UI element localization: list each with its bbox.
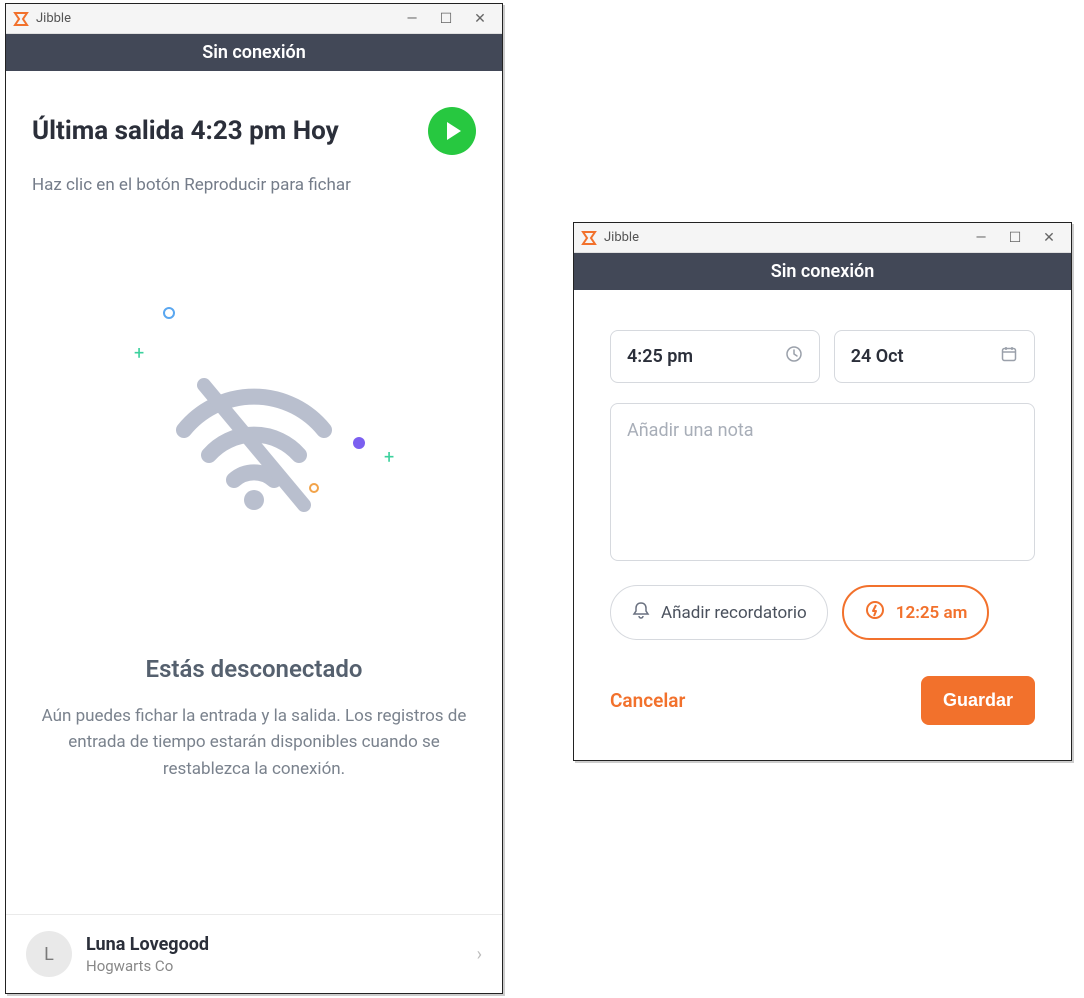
offline-banner: Sin conexión xyxy=(6,34,502,71)
clock-bolt-icon xyxy=(864,599,886,626)
minimize-button[interactable]: — xyxy=(404,11,420,27)
jibble-logo-icon xyxy=(580,229,598,247)
add-reminder-chip[interactable]: Añadir recordatorio xyxy=(610,585,828,640)
window-controls: — ☐ ✕ xyxy=(404,11,496,27)
maximize-button[interactable]: ☐ xyxy=(1007,230,1023,246)
play-icon xyxy=(445,121,463,141)
maximize-button[interactable]: ☐ xyxy=(438,11,454,27)
reminder-time: 12:25 am xyxy=(896,603,968,623)
hint-text: Haz clic en el botón Reproducir para fic… xyxy=(32,175,476,195)
profile-name: Luna Lovegood xyxy=(86,934,463,955)
minimize-button[interactable]: — xyxy=(973,230,989,246)
disconnected-title: Estás desconectado xyxy=(32,655,476,683)
note-textarea[interactable] xyxy=(627,420,1018,544)
circle-deco-icon-2 xyxy=(308,479,320,498)
titlebar: Jibble — ☐ ✕ xyxy=(574,223,1071,253)
last-exit-heading: Última salida 4:23 pm Hoy xyxy=(32,116,339,146)
plus-deco-icon: + xyxy=(134,343,144,364)
calendar-icon xyxy=(1000,345,1018,368)
plus-deco-icon-2: + xyxy=(384,447,394,468)
offline-banner: Sin conexión xyxy=(574,253,1071,290)
time-value: 4:25 pm xyxy=(627,346,693,367)
chevron-right-icon: › xyxy=(477,944,482,965)
disconnected-body: Aún puedes fichar la entrada y la salida… xyxy=(32,703,476,782)
reminder-label: Añadir recordatorio xyxy=(661,603,807,623)
date-value: 24 Oct xyxy=(851,346,904,367)
save-button[interactable]: Guardar xyxy=(921,676,1035,725)
window-main: Jibble — ☐ ✕ Sin conexión Última salida … xyxy=(5,3,503,994)
note-field[interactable] xyxy=(610,403,1035,561)
date-field[interactable]: 24 Oct xyxy=(834,330,1035,383)
play-button[interactable] xyxy=(428,107,476,155)
offline-illustration: + + xyxy=(32,235,476,655)
titlebar: Jibble — ☐ ✕ xyxy=(6,4,502,34)
bell-icon xyxy=(631,600,651,625)
reminder-time-chip[interactable]: 12:25 am xyxy=(842,585,990,640)
avatar: L xyxy=(26,931,72,977)
close-button[interactable]: ✕ xyxy=(1041,230,1057,246)
time-field[interactable]: 4:25 pm xyxy=(610,330,820,383)
profile-org: Hogwarts Co xyxy=(86,957,463,975)
dot-deco-icon xyxy=(352,435,366,454)
clock-icon xyxy=(785,345,803,368)
close-button[interactable]: ✕ xyxy=(472,11,488,27)
cancel-button[interactable]: Cancelar xyxy=(610,689,685,712)
profile-row[interactable]: L Luna Lovegood Hogwarts Co › xyxy=(6,914,502,993)
jibble-logo-icon xyxy=(12,10,30,28)
circle-deco-icon xyxy=(162,305,176,324)
window-entry-form: Jibble — ☐ ✕ Sin conexión 4:25 pm 24 Oct xyxy=(573,222,1072,761)
window-controls: — ☐ ✕ xyxy=(973,230,1065,246)
window-title: Jibble xyxy=(604,230,973,245)
window-title: Jibble xyxy=(36,11,404,26)
